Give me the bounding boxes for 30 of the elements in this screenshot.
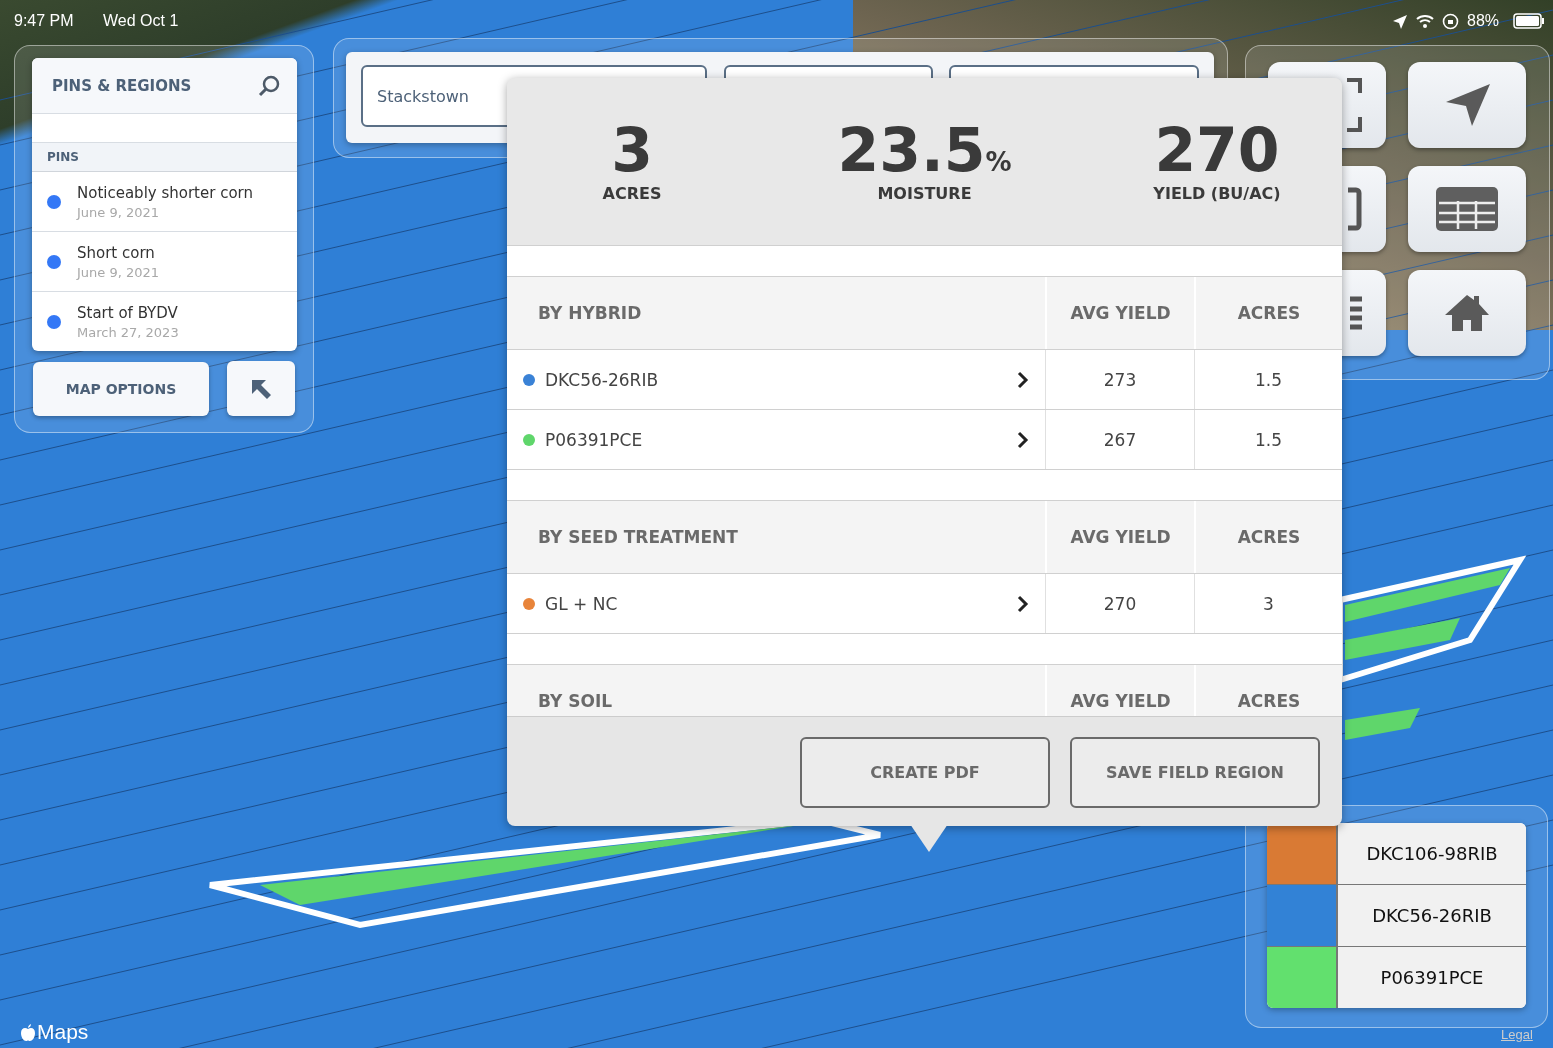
table-cell: 3 bbox=[1194, 574, 1342, 633]
panel-title: PINS & REGIONS bbox=[52, 76, 192, 95]
table-cell: 267 bbox=[1045, 410, 1194, 469]
status-date: Wed Oct 1 bbox=[103, 12, 179, 30]
stat-value: 270 bbox=[1154, 120, 1280, 180]
section-title: BY HYBRID bbox=[537, 302, 643, 325]
status-time: 9:47 PM bbox=[14, 12, 74, 30]
stat-label: YIELD (BU/AC) bbox=[1153, 184, 1281, 203]
legend-label: P06391PCE bbox=[1338, 947, 1526, 1008]
pin-title: Noticeably shorter corn bbox=[77, 183, 253, 202]
pin-date: June 9, 2021 bbox=[77, 264, 160, 280]
legend-label: DKC56-26RIB bbox=[1338, 885, 1526, 946]
table-cell: 1.5 bbox=[1194, 410, 1342, 469]
table-cell: 270 bbox=[1045, 574, 1194, 633]
stat-label: MOISTURE bbox=[877, 184, 972, 203]
stat-label: ACRES bbox=[602, 184, 662, 203]
stat-value: 23.5% bbox=[837, 120, 1012, 180]
pin-title: Short corn bbox=[77, 243, 156, 262]
stat-value: 3 bbox=[611, 120, 653, 180]
section-title: BY SOIL bbox=[537, 690, 614, 713]
pin-title: Start of BYDV bbox=[77, 303, 179, 322]
table-cell: 273 bbox=[1045, 350, 1194, 409]
maps-attribution: Maps bbox=[37, 1020, 89, 1044]
battery-percent: 88% bbox=[1467, 12, 1500, 30]
legend-label: DKC106-98RIB bbox=[1338, 823, 1526, 884]
section-header: PINS bbox=[32, 143, 297, 172]
pin-date: March 27, 2023 bbox=[77, 324, 179, 340]
pin-date: June 9, 2021 bbox=[77, 204, 161, 220]
table-cell: 1.5 bbox=[1194, 350, 1342, 409]
section-title: BY SEED TREATMENT bbox=[537, 526, 739, 549]
